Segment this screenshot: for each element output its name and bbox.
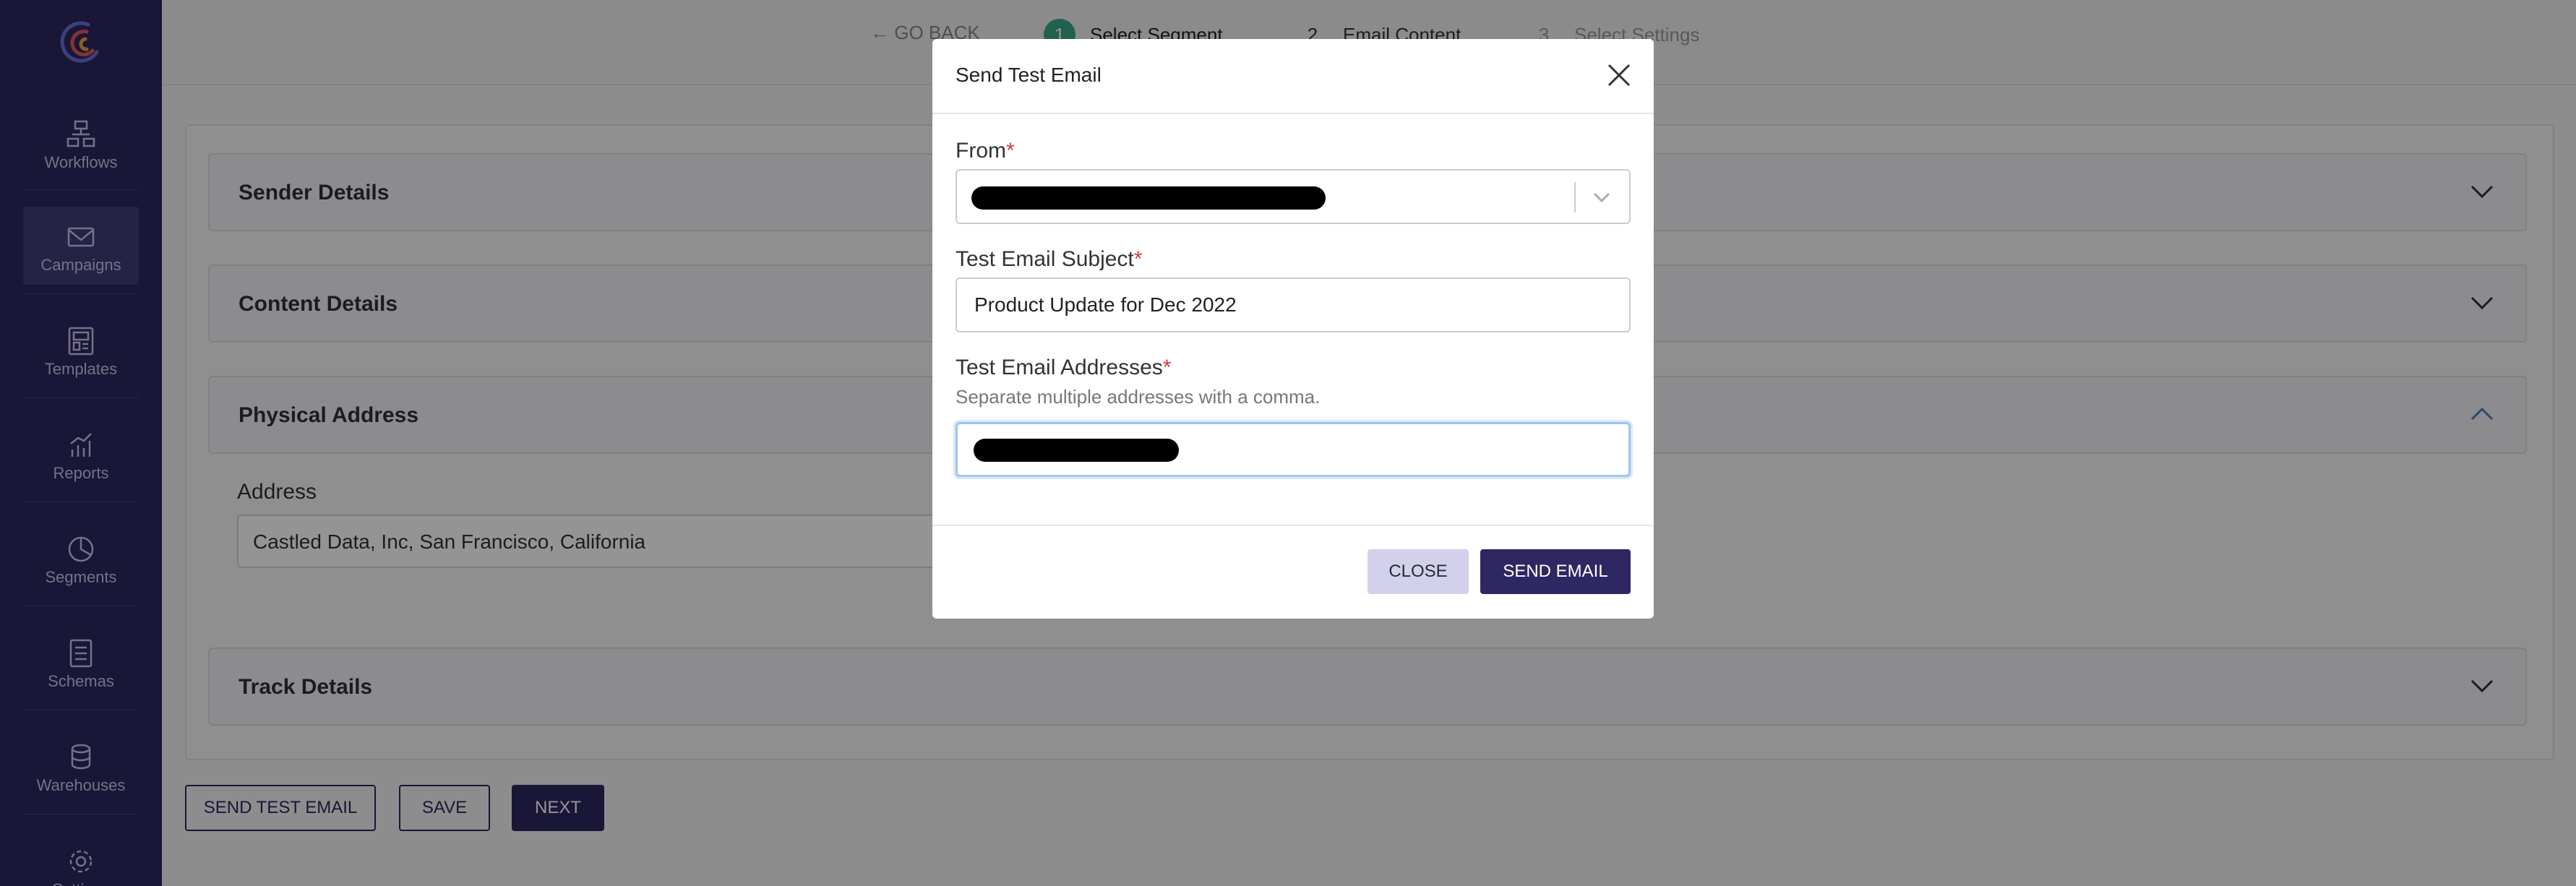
send-email-button[interactable]: SEND EMAIL (1480, 549, 1631, 594)
select-separator (1574, 182, 1576, 212)
chevron-down-icon (1593, 192, 1610, 203)
addresses-label-text: Test Email Addresses (956, 356, 1163, 379)
subject-input[interactable]: Product Update for Dec 2022 (956, 278, 1631, 332)
close-icon[interactable] (1605, 61, 1633, 90)
send-test-email-modal: Send Test Email From* Test Email Subject… (932, 39, 1654, 619)
addresses-help-text: Separate multiple addresses with a comma… (956, 386, 1321, 408)
from-select[interactable] (956, 169, 1631, 224)
modal-title: Send Test Email (956, 64, 1102, 86)
modal-footer-divider (932, 525, 1654, 526)
modal-header: Send Test Email (932, 39, 1654, 114)
from-label: From* (956, 139, 1015, 163)
close-button[interactable]: CLOSE (1368, 549, 1469, 594)
redaction (974, 439, 1179, 462)
addresses-label: Test Email Addresses* (956, 356, 1171, 380)
required-mark: * (1162, 356, 1172, 379)
subject-label: Test Email Subject* (956, 247, 1142, 272)
from-label-text: From (956, 139, 1006, 163)
addresses-input[interactable] (956, 422, 1631, 477)
subject-label-text: Test Email Subject (956, 247, 1134, 271)
required-mark: * (1006, 139, 1015, 163)
required-mark: * (1133, 247, 1143, 271)
redaction (971, 186, 1326, 210)
